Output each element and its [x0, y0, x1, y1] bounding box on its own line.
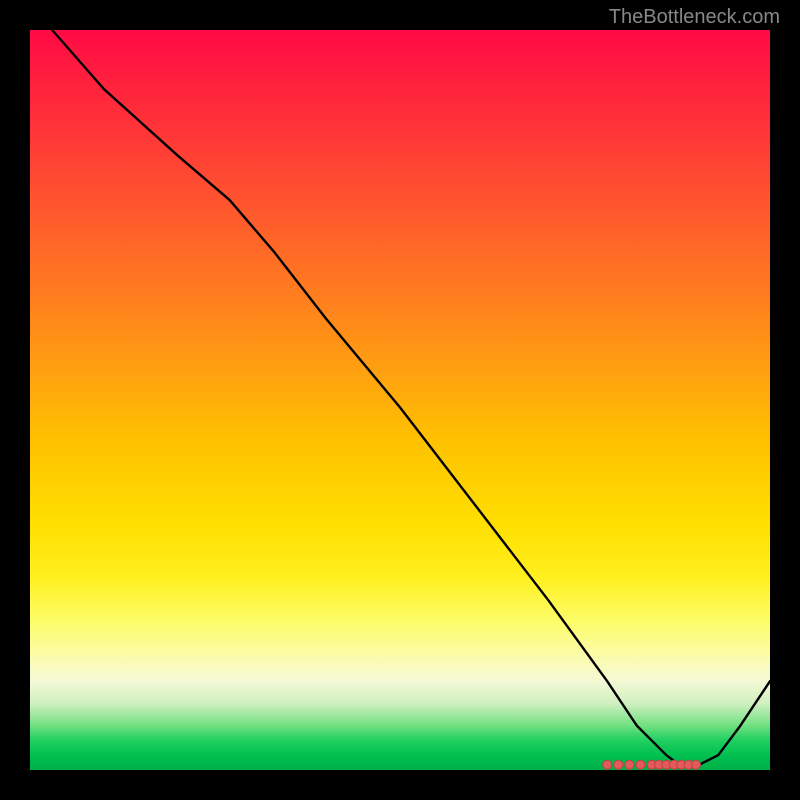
optimal-marker-dot: [614, 760, 623, 769]
optimal-marker-dot: [603, 760, 612, 769]
chart-plot-area: [30, 30, 770, 770]
chart-line: [52, 30, 770, 766]
chart-svg: [30, 30, 770, 770]
watermark-text: TheBottleneck.com: [609, 6, 780, 29]
optimal-marker-dot: [636, 760, 645, 769]
optimal-markers-group: [603, 760, 701, 769]
optimal-marker-dot: [692, 760, 701, 769]
optimal-marker-dot: [625, 760, 634, 769]
